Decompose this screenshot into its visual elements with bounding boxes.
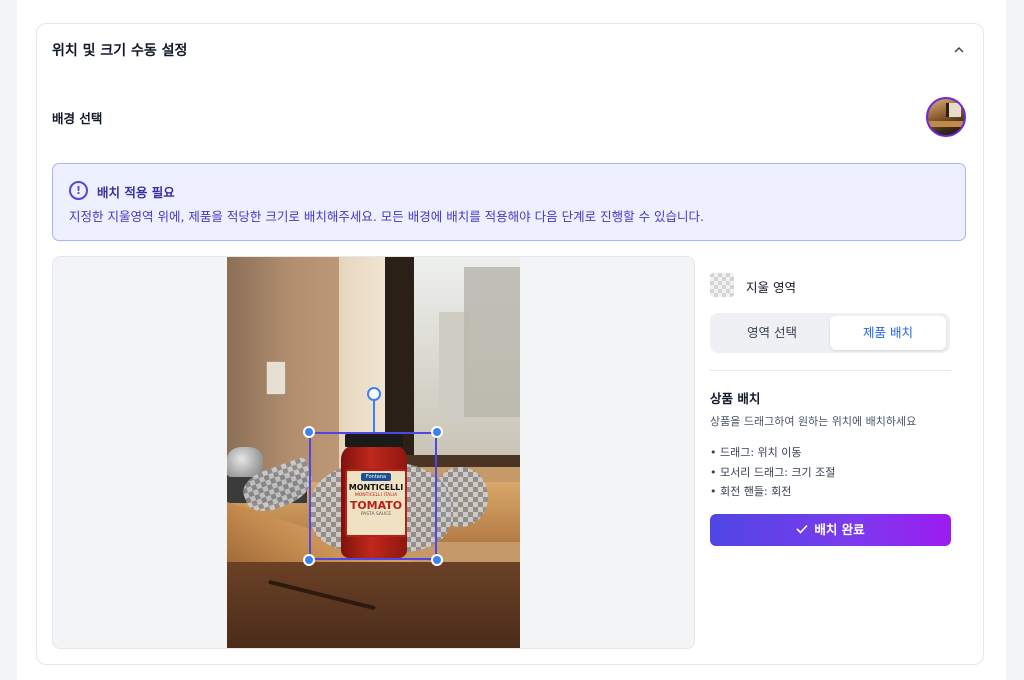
placement-canvas[interactable]: Fontana MONTICELLI MONTICELLI ITALIA TOM…	[52, 256, 695, 649]
divider	[710, 370, 951, 371]
check-icon	[796, 514, 808, 546]
thumb-window	[946, 103, 961, 117]
placement-done-button[interactable]: 배치 완료	[710, 514, 951, 546]
resize-handle-bottom-left[interactable]	[303, 554, 315, 566]
rotate-handle-stem	[373, 399, 375, 432]
background-selector-row: 배경 선택	[52, 106, 968, 128]
alert-title: 배치 적용 필요	[97, 185, 175, 200]
checkerboard-icon	[710, 273, 734, 297]
background-label: 배경 선택	[52, 111, 103, 126]
selection-box[interactable]	[309, 432, 437, 560]
tip-item: • 회전 핸들: 회전	[710, 485, 792, 498]
card-header[interactable]: 위치 및 크기 수동 설정	[52, 40, 968, 62]
resize-handle-top-right[interactable]	[431, 426, 443, 438]
erase-area-label: 지울 영역	[746, 280, 796, 295]
placement-tips: • 드래그: 위치 이동 • 모서리 드래그: 크기 조절 • 회전 핸들: 회…	[710, 443, 835, 502]
scene-outlet	[266, 361, 286, 395]
erase-area-legend: 지울 영역	[710, 273, 950, 297]
placement-side-panel: 지울 영역 영역 선택 제품 배치 상품 배치 상품을 드래그하여 원하는 위치…	[710, 265, 951, 555]
scene-building	[464, 267, 520, 417]
background-thumbnail[interactable]	[926, 97, 966, 137]
tip-item: • 드래그: 위치 이동	[710, 446, 802, 459]
resize-handle-top-left[interactable]	[303, 426, 315, 438]
done-button-label: 배치 완료	[814, 522, 865, 537]
resize-handle-bottom-right[interactable]	[431, 554, 443, 566]
alert-message: 지정한 지울영역 위에, 제품을 적당한 크기로 배치해주세요. 모든 배경에 …	[69, 209, 705, 224]
exclamation-circle-icon: !	[69, 181, 88, 200]
placement-alert: ! 배치 적용 필요 지정한 지울영역 위에, 제품을 적당한 크기로 배치해주…	[52, 163, 966, 241]
tab-product-placement[interactable]: 제품 배치	[830, 316, 946, 350]
placement-description: 상품을 드래그하여 원하는 위치에 배치하세요	[710, 415, 917, 428]
rotate-handle[interactable]	[367, 387, 381, 401]
placement-title: 상품 배치	[710, 391, 761, 406]
chevron-up-icon[interactable]	[950, 40, 968, 60]
thumb-desk	[928, 121, 964, 127]
tip-item: • 모서리 드래그: 크기 조절	[710, 465, 836, 479]
tab-area-select[interactable]: 영역 선택	[714, 316, 830, 350]
section-title: 위치 및 크기 수동 설정	[52, 43, 188, 59]
mode-toggle: 영역 선택 제품 배치	[710, 313, 950, 353]
